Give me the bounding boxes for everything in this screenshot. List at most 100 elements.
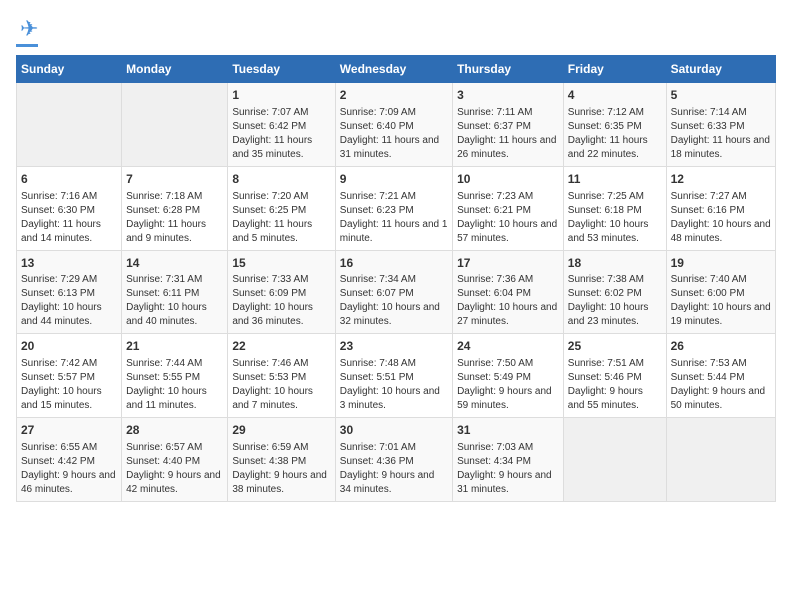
day-info: Sunrise: 6:59 AM Sunset: 4:38 PM Dayligh… <box>232 441 330 497</box>
day-info: Sunrise: 7:20 AM Sunset: 6:25 PM Dayligh… <box>232 190 330 246</box>
week-row-3: 13Sunrise: 7:29 AM Sunset: 6:13 PM Dayli… <box>17 250 776 334</box>
day-info: Sunrise: 7:31 AM Sunset: 6:11 PM Dayligh… <box>126 273 223 329</box>
day-number: 7 <box>126 171 223 188</box>
calendar-header-row: SundayMondayTuesdayWednesdayThursdayFrid… <box>17 56 776 83</box>
calendar-cell: 8 Sunrise: 7:20 AM Sunset: 6:25 PM Daylig… <box>228 166 335 250</box>
day-number: 12 <box>671 171 771 188</box>
column-header-friday: Friday <box>563 56 666 83</box>
day-number: 1 <box>232 87 330 104</box>
calendar-cell: 25 Sunrise: 7:51 AM Sunset: 5:46 PM Dayli… <box>563 334 666 418</box>
day-info: Sunrise: 7:51 AM Sunset: 5:46 PM Dayligh… <box>568 357 662 413</box>
column-header-saturday: Saturday <box>666 56 775 83</box>
day-number: 25 <box>568 338 662 355</box>
column-header-wednesday: Wednesday <box>335 56 452 83</box>
day-number: 29 <box>232 422 330 439</box>
week-row-4: 20 Sunrise: 7:42 AM Sunset: 5:57 PM Dayli… <box>17 334 776 418</box>
calendar-cell: 9 Sunrise: 7:21 AM Sunset: 6:23 PM Daylig… <box>335 166 452 250</box>
calendar-cell: 4 Sunrise: 7:12 AM Sunset: 6:35 PM Daylig… <box>563 83 666 167</box>
day-info: Sunrise: 7:23 AM Sunset: 6:21 PM Dayligh… <box>457 190 559 246</box>
calendar-cell: 21Sunrise: 7:44 AM Sunset: 5:55 PM Dayli… <box>122 334 228 418</box>
day-number: 26 <box>671 338 771 355</box>
calendar-cell: 17Sunrise: 7:36 AM Sunset: 6:04 PM Dayli… <box>453 250 564 334</box>
day-info: Sunrise: 7:03 AM Sunset: 4:34 PM Dayligh… <box>457 441 559 497</box>
calendar-cell: 7 Sunrise: 7:18 AM Sunset: 6:28 PM Daylig… <box>122 166 228 250</box>
calendar-cell: 1 Sunrise: 7:07 AM Sunset: 6:42 PM Daylig… <box>228 83 335 167</box>
day-info: Sunrise: 7:40 AM Sunset: 6:00 PM Dayligh… <box>671 273 771 329</box>
day-number: 20 <box>21 338 117 355</box>
day-number: 18 <box>568 255 662 272</box>
calendar-cell: 30Sunrise: 7:01 AM Sunset: 4:36 PM Dayli… <box>335 418 452 502</box>
day-info: Sunrise: 7:12 AM Sunset: 6:35 PM Dayligh… <box>568 106 662 162</box>
day-info: Sunrise: 7:38 AM Sunset: 6:02 PM Dayligh… <box>568 273 662 329</box>
calendar-cell: 15Sunrise: 7:33 AM Sunset: 6:09 PM Dayli… <box>228 250 335 334</box>
calendar-cell: 28Sunrise: 6:57 AM Sunset: 4:40 PM Dayli… <box>122 418 228 502</box>
column-header-sunday: Sunday <box>17 56 122 83</box>
day-info: Sunrise: 7:42 AM Sunset: 5:57 PM Dayligh… <box>21 357 117 413</box>
day-info: Sunrise: 7:14 AM Sunset: 6:33 PM Dayligh… <box>671 106 771 162</box>
day-info: Sunrise: 7:21 AM Sunset: 6:23 PM Dayligh… <box>340 190 448 246</box>
calendar-cell <box>563 418 666 502</box>
day-number: 31 <box>457 422 559 439</box>
day-number: 19 <box>671 255 771 272</box>
calendar-cell: 19Sunrise: 7:40 AM Sunset: 6:00 PM Dayli… <box>666 250 775 334</box>
logo: ✈ <box>16 16 38 47</box>
day-number: 17 <box>457 255 559 272</box>
week-row-5: 27 Sunrise: 6:55 AM Sunset: 4:42 PM Dayli… <box>17 418 776 502</box>
week-row-1: 1 Sunrise: 7:07 AM Sunset: 6:42 PM Daylig… <box>17 83 776 167</box>
day-number: 15 <box>232 255 330 272</box>
logo-bird-icon: ✈ <box>20 16 38 42</box>
day-number: 30 <box>340 422 448 439</box>
calendar-cell: 3 Sunrise: 7:11 AM Sunset: 6:37 PM Daylig… <box>453 83 564 167</box>
calendar-cell: 11Sunrise: 7:25 AM Sunset: 6:18 PM Dayli… <box>563 166 666 250</box>
day-number: 4 <box>568 87 662 104</box>
calendar-cell: 22Sunrise: 7:46 AM Sunset: 5:53 PM Dayli… <box>228 334 335 418</box>
day-number: 11 <box>568 171 662 188</box>
calendar-cell: 16Sunrise: 7:34 AM Sunset: 6:07 PM Dayli… <box>335 250 452 334</box>
calendar-cell <box>666 418 775 502</box>
day-info: Sunrise: 7:09 AM Sunset: 6:40 PM Dayligh… <box>340 106 448 162</box>
day-info: Sunrise: 7:16 AM Sunset: 6:30 PM Dayligh… <box>21 190 117 246</box>
page-header: ✈ <box>16 16 776 47</box>
calendar-cell: 24 Sunrise: 7:50 AM Sunset: 5:49 PM Dayli… <box>453 334 564 418</box>
day-info: Sunrise: 7:07 AM Sunset: 6:42 PM Dayligh… <box>232 106 330 162</box>
calendar-cell: 12 Sunrise: 7:27 AM Sunset: 6:16 PM Dayli… <box>666 166 775 250</box>
day-number: 27 <box>21 422 117 439</box>
week-row-2: 6 Sunrise: 7:16 AM Sunset: 6:30 PM Daylig… <box>17 166 776 250</box>
day-number: 13 <box>21 255 117 272</box>
day-info: Sunrise: 7:29 AM Sunset: 6:13 PM Dayligh… <box>21 273 117 329</box>
calendar-cell: 18Sunrise: 7:38 AM Sunset: 6:02 PM Dayli… <box>563 250 666 334</box>
calendar-cell: 26 Sunrise: 7:53 AM Sunset: 5:44 PM Dayli… <box>666 334 775 418</box>
day-number: 5 <box>671 87 771 104</box>
day-info: Sunrise: 7:53 AM Sunset: 5:44 PM Dayligh… <box>671 357 771 413</box>
calendar-cell: 14Sunrise: 7:31 AM Sunset: 6:11 PM Dayli… <box>122 250 228 334</box>
day-info: Sunrise: 6:57 AM Sunset: 4:40 PM Dayligh… <box>126 441 223 497</box>
column-header-thursday: Thursday <box>453 56 564 83</box>
day-number: 9 <box>340 171 448 188</box>
calendar-cell: 23 Sunrise: 7:48 AM Sunset: 5:51 PM Dayli… <box>335 334 452 418</box>
column-header-monday: Monday <box>122 56 228 83</box>
day-number: 2 <box>340 87 448 104</box>
calendar-table: SundayMondayTuesdayWednesdayThursdayFrid… <box>16 55 776 502</box>
day-number: 24 <box>457 338 559 355</box>
day-number: 23 <box>340 338 448 355</box>
day-number: 6 <box>21 171 117 188</box>
day-number: 8 <box>232 171 330 188</box>
day-number: 22 <box>232 338 330 355</box>
day-info: Sunrise: 7:36 AM Sunset: 6:04 PM Dayligh… <box>457 273 559 329</box>
column-header-tuesday: Tuesday <box>228 56 335 83</box>
day-info: Sunrise: 7:50 AM Sunset: 5:49 PM Dayligh… <box>457 357 559 413</box>
calendar-cell: 10Sunrise: 7:23 AM Sunset: 6:21 PM Dayli… <box>453 166 564 250</box>
calendar-cell: 29 Sunrise: 6:59 AM Sunset: 4:38 PM Dayli… <box>228 418 335 502</box>
calendar-cell: 6 Sunrise: 7:16 AM Sunset: 6:30 PM Daylig… <box>17 166 122 250</box>
day-info: Sunrise: 7:27 AM Sunset: 6:16 PM Dayligh… <box>671 190 771 246</box>
calendar-cell: 2 Sunrise: 7:09 AM Sunset: 6:40 PM Daylig… <box>335 83 452 167</box>
day-info: Sunrise: 6:55 AM Sunset: 4:42 PM Dayligh… <box>21 441 117 497</box>
day-info: Sunrise: 7:33 AM Sunset: 6:09 PM Dayligh… <box>232 273 330 329</box>
day-number: 3 <box>457 87 559 104</box>
day-info: Sunrise: 7:34 AM Sunset: 6:07 PM Dayligh… <box>340 273 448 329</box>
day-info: Sunrise: 7:11 AM Sunset: 6:37 PM Dayligh… <box>457 106 559 162</box>
day-info: Sunrise: 7:18 AM Sunset: 6:28 PM Dayligh… <box>126 190 223 246</box>
logo-underline <box>16 44 38 47</box>
calendar-cell: 13Sunrise: 7:29 AM Sunset: 6:13 PM Dayli… <box>17 250 122 334</box>
day-info: Sunrise: 7:48 AM Sunset: 5:51 PM Dayligh… <box>340 357 448 413</box>
